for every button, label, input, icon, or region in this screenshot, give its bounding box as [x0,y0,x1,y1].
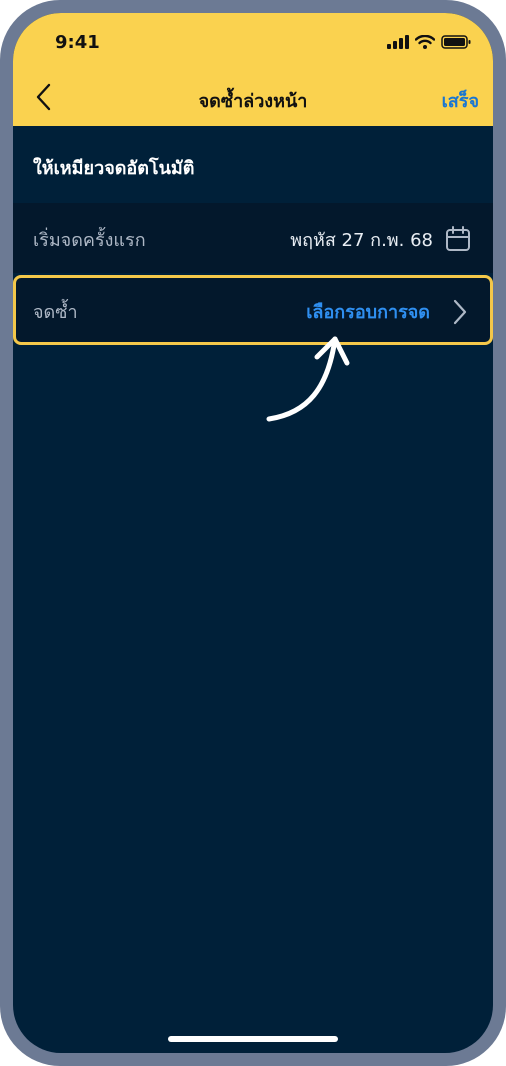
battery-icon [441,35,471,49]
page-title: จดซ้ำล่วงหน้า [198,91,308,112]
repeat-row[interactable]: จดซ้ำ เลือกรอบการจด [13,275,493,345]
status-time: 9:41 [55,32,100,53]
pointer-arrow-icon [266,336,350,422]
top-bar: 9:41 จดซ้ำล่วงหน้า เสร็จ [13,13,493,126]
start-date-value: พฤหัส 27 ก.พ. 68 [290,230,433,251]
calendar-icon[interactable] [445,226,471,252]
status-icons [387,35,471,49]
start-date-label: เริ่มจดครั้งแรก [33,230,146,251]
screen: 9:41 จดซ้ำล่วงหน้า เสร็จ ให้เหมียวจดอัตโ… [13,13,493,1053]
phone-frame: 9:41 จดซ้ำล่วงหน้า เสร็จ ให้เหมียวจดอัตโ… [0,0,506,1066]
start-date-row[interactable]: เริ่มจดครั้งแรก พฤหัส 27 ก.พ. 68 [13,203,493,273]
home-indicator[interactable] [168,1036,338,1042]
repeat-label: จดซ้ำ [33,302,78,323]
wifi-icon [415,35,435,49]
section-title: ให้เหมียวจดอัตโนมัติ [33,158,195,179]
select-schedule-link[interactable]: เลือกรอบการจด [306,297,430,326]
done-button[interactable]: เสร็จ [442,86,479,115]
signal-icon [387,35,409,49]
chevron-right-icon[interactable] [448,298,470,326]
